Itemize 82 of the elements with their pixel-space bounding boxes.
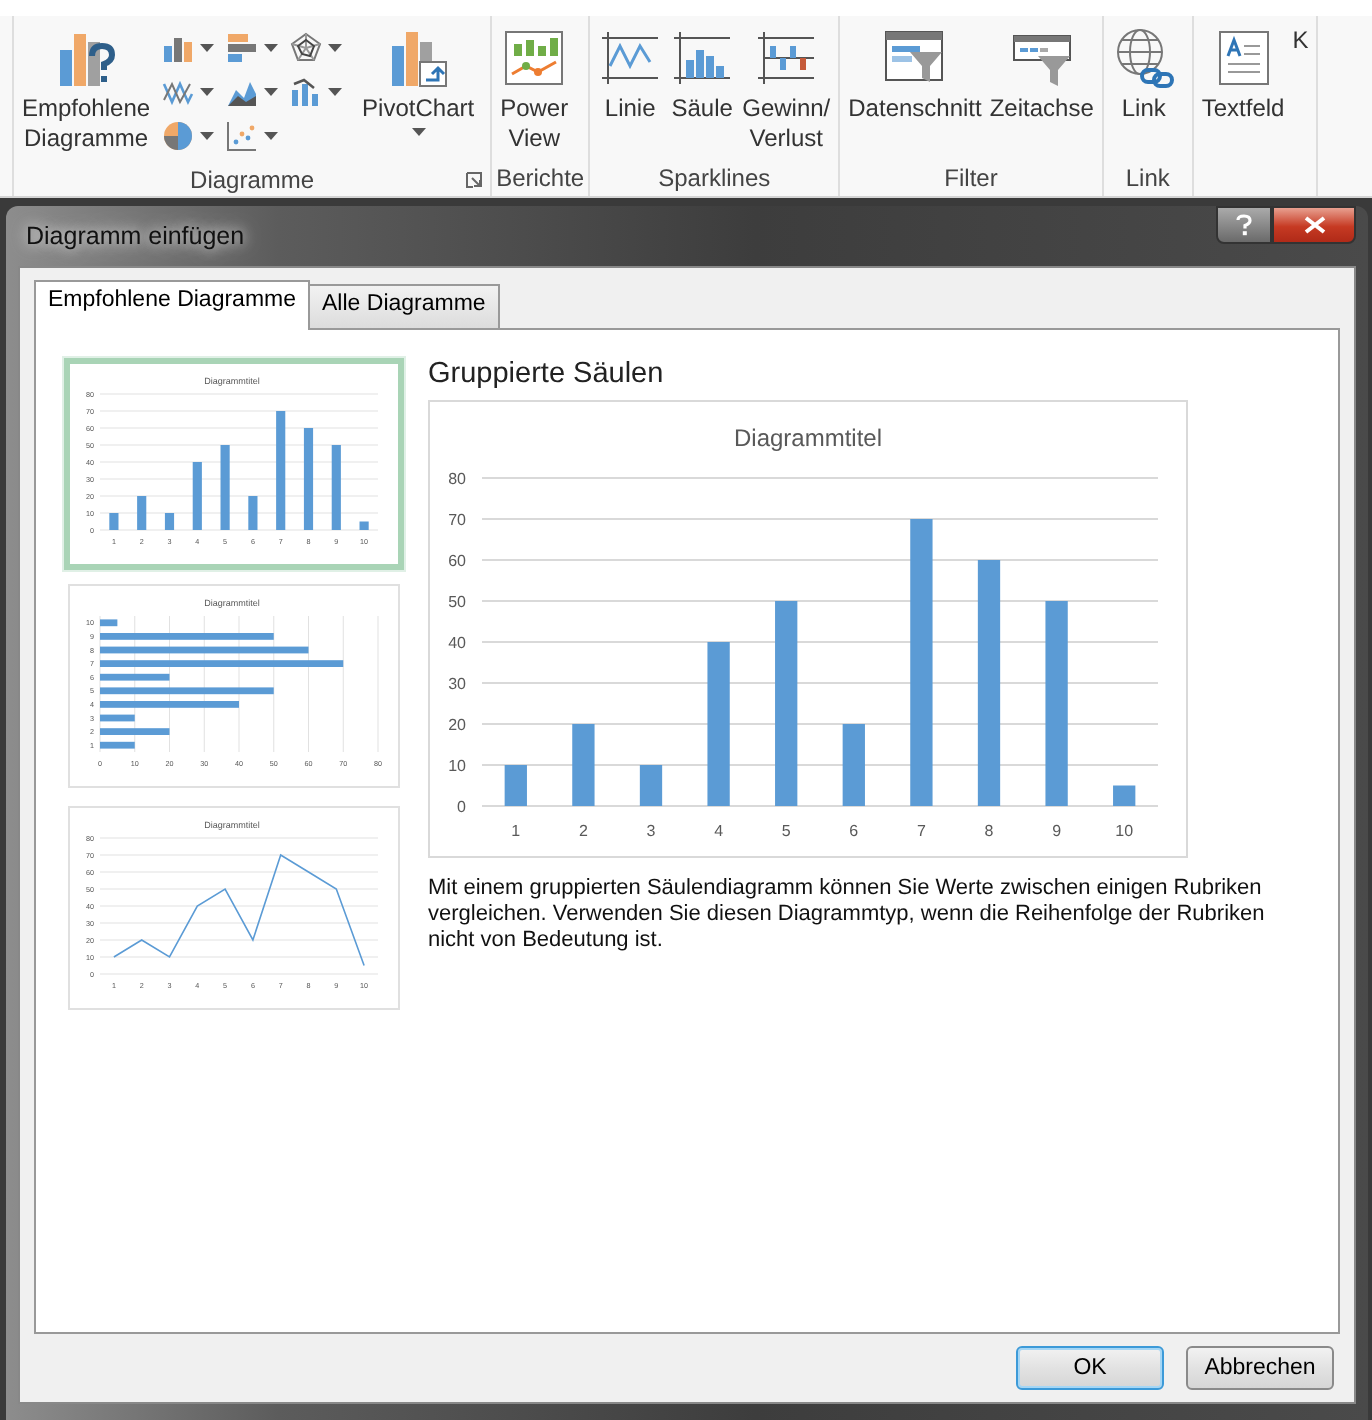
dialog-button[interactable]: OK bbox=[1016, 1346, 1164, 1390]
ribbon-button[interactable]: Gewinn/ Verlust bbox=[738, 22, 835, 158]
bar bbox=[504, 765, 527, 806]
bar bbox=[164, 513, 175, 530]
tick-label: 2 bbox=[578, 822, 588, 840]
tick-label: 50 bbox=[448, 592, 466, 611]
bar bbox=[100, 673, 170, 681]
tick-label: 7 bbox=[916, 822, 926, 840]
line-sparkline-icon bbox=[598, 26, 663, 90]
tick-label: 10 bbox=[448, 756, 466, 775]
globe-link-icon bbox=[1111, 26, 1176, 90]
bar bbox=[842, 724, 865, 806]
win-loss-sparkline-icon bbox=[754, 26, 819, 90]
bar bbox=[572, 724, 595, 806]
ribbon-button[interactable]: Link bbox=[1107, 22, 1180, 128]
bar bbox=[100, 714, 135, 722]
bar bbox=[331, 445, 341, 530]
tick-label: 20 bbox=[448, 715, 466, 734]
bar bbox=[100, 619, 118, 627]
power-view-icon bbox=[502, 26, 567, 90]
bar bbox=[100, 741, 135, 749]
dialog-launcher-icon[interactable] bbox=[466, 172, 483, 188]
bar bbox=[1113, 785, 1136, 806]
line-chart-icon bbox=[162, 76, 195, 108]
tick-label: 6 bbox=[849, 822, 859, 840]
close-icon bbox=[1303, 216, 1325, 234]
ribbon-button[interactable]: Empfohlene Diagramme bbox=[18, 22, 155, 158]
tick-label: 4 bbox=[714, 822, 724, 840]
scatter-chart-icon bbox=[226, 120, 259, 152]
bar bbox=[276, 411, 286, 530]
tick-label: 30 bbox=[448, 674, 466, 693]
tick-label: 8 bbox=[984, 822, 994, 840]
group-label: Filter bbox=[944, 164, 998, 192]
group-label: Link bbox=[1125, 164, 1170, 192]
column-sparkline-icon bbox=[670, 26, 735, 90]
ribbon-button[interactable]: K bbox=[1288, 22, 1313, 60]
bar bbox=[639, 765, 663, 806]
tick-label: 60 bbox=[448, 551, 466, 570]
bar bbox=[137, 496, 147, 530]
bar bbox=[303, 428, 314, 530]
tick-label: 3 bbox=[646, 822, 656, 840]
chart-type-heading: Gruppierte Säulen bbox=[428, 358, 666, 390]
bar bbox=[192, 462, 202, 530]
dialog-button[interactable]: Abbrechen bbox=[1186, 1346, 1334, 1390]
ribbon-button[interactable]: Datenschnitt bbox=[844, 22, 986, 128]
group-label: Diagramme bbox=[190, 165, 315, 193]
tick-label: 9 bbox=[1052, 822, 1062, 840]
ribbon-button[interactable]: Säule bbox=[666, 22, 739, 128]
radar-chart-icon bbox=[290, 32, 323, 64]
help-icon bbox=[1236, 214, 1252, 236]
bar bbox=[100, 728, 170, 735]
tab[interactable]: Empfohlene Diagramme bbox=[34, 280, 311, 330]
tick-label: 40 bbox=[448, 633, 466, 652]
combo-chart-icon bbox=[290, 76, 323, 108]
ribbon-button[interactable]: Zeitachse bbox=[985, 22, 1098, 128]
bar bbox=[100, 701, 239, 708]
pivot-chart-icon bbox=[386, 26, 451, 90]
tab[interactable]: Alle Diagramme bbox=[308, 284, 500, 328]
group-label: Sparklines bbox=[658, 164, 771, 192]
bar bbox=[220, 445, 230, 530]
description-text: Mit einem gruppierten Säulendiagramm können Sie Werte zwischen einigen Rubriken vergleichen. Verwenden Sie diesen Diagrammtyp, wenn die Reihenfolge der Rubriken nicht von Bedeutung ist. bbox=[428, 876, 1267, 954]
close-button[interactable] bbox=[1272, 206, 1356, 244]
tick-label: 1 bbox=[511, 822, 521, 840]
bar bbox=[109, 513, 119, 530]
tick-label: 10 bbox=[1115, 822, 1134, 840]
bar-chart-icon bbox=[226, 32, 259, 64]
ribbon-button[interactable]: Textfeld bbox=[1197, 22, 1289, 128]
group-label: Berichte bbox=[496, 164, 585, 192]
window-title: Diagramm einfügen bbox=[24, 222, 245, 250]
tick-label: 70 bbox=[448, 510, 466, 529]
ribbon-button[interactable]: PivotChart bbox=[350, 22, 487, 140]
help-button[interactable] bbox=[1216, 206, 1272, 244]
tick-label: 0 bbox=[457, 797, 466, 816]
tick-label: 5 bbox=[781, 822, 791, 840]
tick-label: 80 bbox=[448, 469, 466, 488]
chart-title: Diagrammtitel bbox=[734, 424, 882, 452]
bar bbox=[359, 521, 369, 530]
column-chart-icon bbox=[162, 32, 195, 64]
pie-chart-icon bbox=[162, 120, 195, 152]
bar bbox=[248, 496, 258, 530]
ribbon-button[interactable]: Linie bbox=[594, 22, 667, 128]
ribbon-button[interactable]: Power View bbox=[496, 22, 573, 158]
